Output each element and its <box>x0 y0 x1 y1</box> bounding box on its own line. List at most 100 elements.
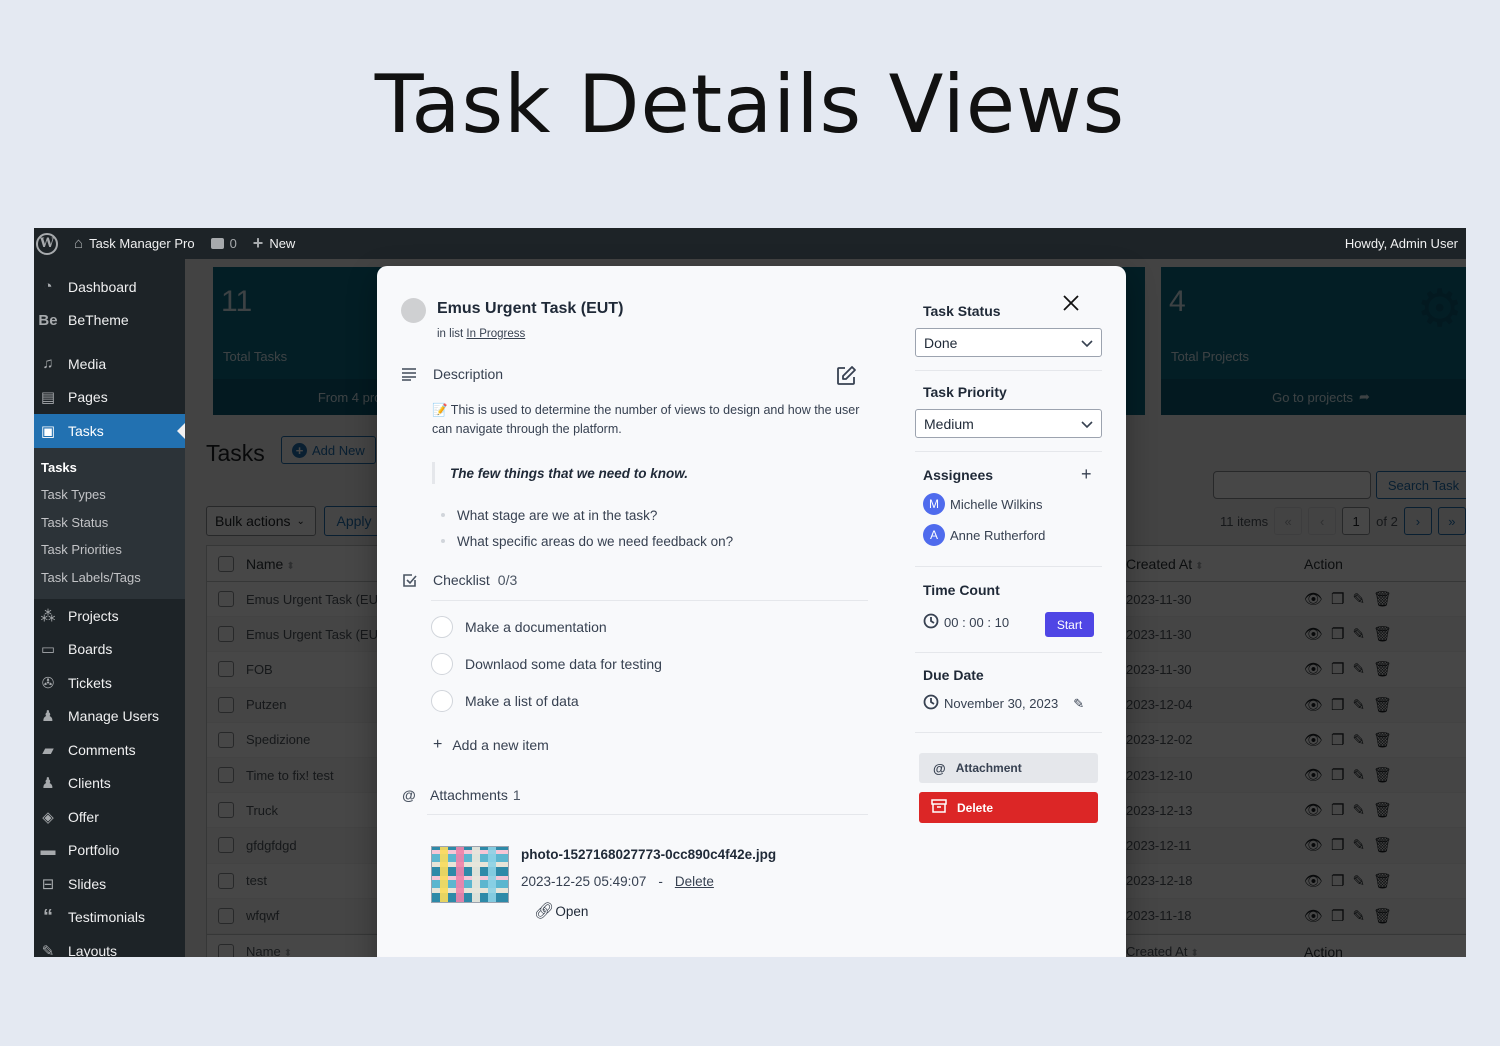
dashboard-icon: ◔ <box>43 278 53 296</box>
chevron-down-icon <box>1081 416 1093 432</box>
description-bullets: What stage are we at in the task? What s… <box>441 502 733 554</box>
divider <box>427 814 868 815</box>
pages-icon: ▤ <box>40 389 56 407</box>
layouts-icon: ✎ <box>41 942 55 957</box>
text-lines-icon <box>401 367 417 381</box>
submenu-item-task-priorities[interactable]: Task Priorities <box>34 536 185 564</box>
assignees-label: Assignees <box>923 467 994 483</box>
list-link[interactable]: In Progress <box>466 328 525 340</box>
task-status-label: Task Status <box>923 303 1001 319</box>
assignee-item[interactable]: A Anne Rutherford <box>923 524 1045 546</box>
checklist-item[interactable]: Make a list of data <box>431 690 579 712</box>
task-priority-select[interactable]: Medium <box>915 409 1102 438</box>
sidebar-item-manage-users[interactable]: ♟ Manage Users <box>34 700 185 734</box>
admin-bar: W ⌂ Task Manager Pro 0 + New Howdy, Admi… <box>34 228 1466 259</box>
checklist-header: Checklist 0/3 <box>401 572 517 588</box>
add-attachment-button[interactable]: @ Attachment <box>919 753 1098 783</box>
task-title: Emus Urgent Task (EUT) <box>437 300 624 317</box>
archive-box-icon <box>931 799 947 816</box>
paperclip-icon: @ <box>933 760 946 776</box>
add-checklist-item-button[interactable]: + Add a new item <box>433 736 549 754</box>
modal-bottom-fade <box>377 956 1126 957</box>
comment-bubble-icon <box>210 238 224 249</box>
submenu-item-task-status[interactable]: Task Status <box>34 509 185 537</box>
sidebar-item-betheme[interactable]: Be BeTheme <box>34 304 185 338</box>
assignee-item[interactable]: M Michelle Wilkins <box>923 493 1042 515</box>
sidebar-item-slides[interactable]: ⊟ Slides <box>34 867 185 901</box>
checklist-item[interactable]: Downlaod some data for testing <box>431 653 662 675</box>
comments-icon: ▰ <box>42 741 54 759</box>
checklist-progress: 0/3 <box>497 572 518 588</box>
checklist-checkbox[interactable] <box>431 653 453 675</box>
attachments-count: 1 <box>512 787 521 803</box>
due-date-label: Due Date <box>923 667 984 683</box>
attachment-filename: photo-1527168027773-0cc890c4f42e.jpg <box>521 847 777 862</box>
open-attachment-link[interactable]: 🔗︎ Open <box>534 901 588 921</box>
task-priority-label: Task Priority <box>923 384 1007 400</box>
sidebar-item-dashboard[interactable]: ◔ Dashboard <box>34 270 185 304</box>
divider <box>915 652 1102 653</box>
add-assignee-icon[interactable]: + <box>1081 464 1092 485</box>
submenu-item-task-types[interactable]: Task Types <box>34 481 185 509</box>
plus-icon: + <box>252 233 264 253</box>
submenu-item-tasks[interactable]: Tasks <box>34 454 185 482</box>
time-count-label: Time Count <box>923 582 1000 598</box>
task-main-panel: Emus Urgent Task (EUT) in list In Progre… <box>377 266 882 957</box>
portfolio-icon: ▬ <box>40 841 56 859</box>
sidebar-item-portfolio[interactable]: ▬ Portfolio <box>34 834 185 868</box>
new-content-link[interactable]: + New <box>253 233 296 254</box>
delete-task-button[interactable]: Delete <box>919 792 1098 823</box>
boards-icon: ▭ <box>40 641 56 659</box>
sidebar-item-comments[interactable]: ▰ Comments <box>34 733 185 767</box>
media-icon: ♫ <box>42 355 54 373</box>
delete-attachment-link[interactable]: Delete <box>675 874 714 889</box>
home-icon: ⌂ <box>74 235 84 252</box>
sidebar-item-projects[interactable]: ⁂ Projects <box>34 599 185 633</box>
avatar: A <box>923 524 945 546</box>
sidebar-item-tickets[interactable]: ✇ Tickets <box>34 666 185 700</box>
sidebar-item-pages[interactable]: ▤ Pages <box>34 381 185 415</box>
attachment-timestamp: 2023-12-25 05:49:07 <box>521 874 647 889</box>
account-menu[interactable]: Howdy, Admin User <box>1345 236 1458 251</box>
users-icon: ♟ <box>41 708 55 726</box>
comments-link[interactable]: 0 <box>210 236 237 251</box>
attachments-header: @ Attachments 1 <box>402 787 521 803</box>
bullet-item: What stage are we at in the task? <box>441 502 733 528</box>
edit-description-icon[interactable] <box>835 365 857 387</box>
start-timer-button[interactable]: Start <box>1045 612 1094 637</box>
avatar: M <box>923 493 945 515</box>
betheme-icon: Be <box>38 311 58 329</box>
divider <box>915 370 1102 371</box>
edit-due-date-icon[interactable]: ✎ <box>1073 696 1084 712</box>
task-status-select[interactable]: Done <box>915 328 1102 357</box>
chevron-down-icon <box>1081 335 1093 351</box>
attachment-thumbnail[interactable] <box>431 846 509 903</box>
task-complete-toggle[interactable] <box>401 298 426 323</box>
description-text: 📝 This is used to determine the number o… <box>432 403 860 436</box>
divider <box>431 600 868 601</box>
testimonials-icon: “ <box>43 905 53 928</box>
admin-sidebar: ◔ Dashboard Be BeTheme ♫ Media ▤ Pages ▣… <box>34 259 185 957</box>
tickets-icon: ✇ <box>41 674 55 692</box>
sidebar-item-clients[interactable]: ♟ Clients <box>34 767 185 801</box>
sidebar-item-boards[interactable]: ▭ Boards <box>34 633 185 667</box>
link-icon: 🔗︎ <box>534 903 555 920</box>
sidebar-item-testimonials[interactable]: “ Testimonials <box>34 901 185 935</box>
offer-icon: ◈ <box>42 808 54 826</box>
task-list-info: in list In Progress <box>437 328 526 340</box>
submenu-item-task-labels[interactable]: Task Labels/Tags <box>34 564 185 592</box>
sidebar-item-layouts[interactable]: ✎ Layouts <box>34 934 185 957</box>
checklist-checkbox[interactable] <box>431 690 453 712</box>
plus-icon: + <box>433 736 443 753</box>
checklist-checkbox[interactable] <box>431 616 453 638</box>
description-quote: The few things that we need to know. <box>432 462 688 484</box>
task-details-sidebar: Task Status Done Task Priority Medium As… <box>915 266 1105 957</box>
checkbox-checked-icon <box>401 573 417 588</box>
sidebar-item-offer[interactable]: ◈ Offer <box>34 800 185 834</box>
site-name-link[interactable]: ⌂ Task Manager Pro <box>74 235 195 252</box>
sidebar-item-media[interactable]: ♫ Media <box>34 347 185 381</box>
checklist-item[interactable]: Make a documentation <box>431 616 607 638</box>
sidebar-item-tasks[interactable]: ▣ Tasks <box>34 414 185 448</box>
wordpress-logo-icon[interactable]: W <box>36 232 58 255</box>
slides-icon: ⊟ <box>41 875 55 893</box>
